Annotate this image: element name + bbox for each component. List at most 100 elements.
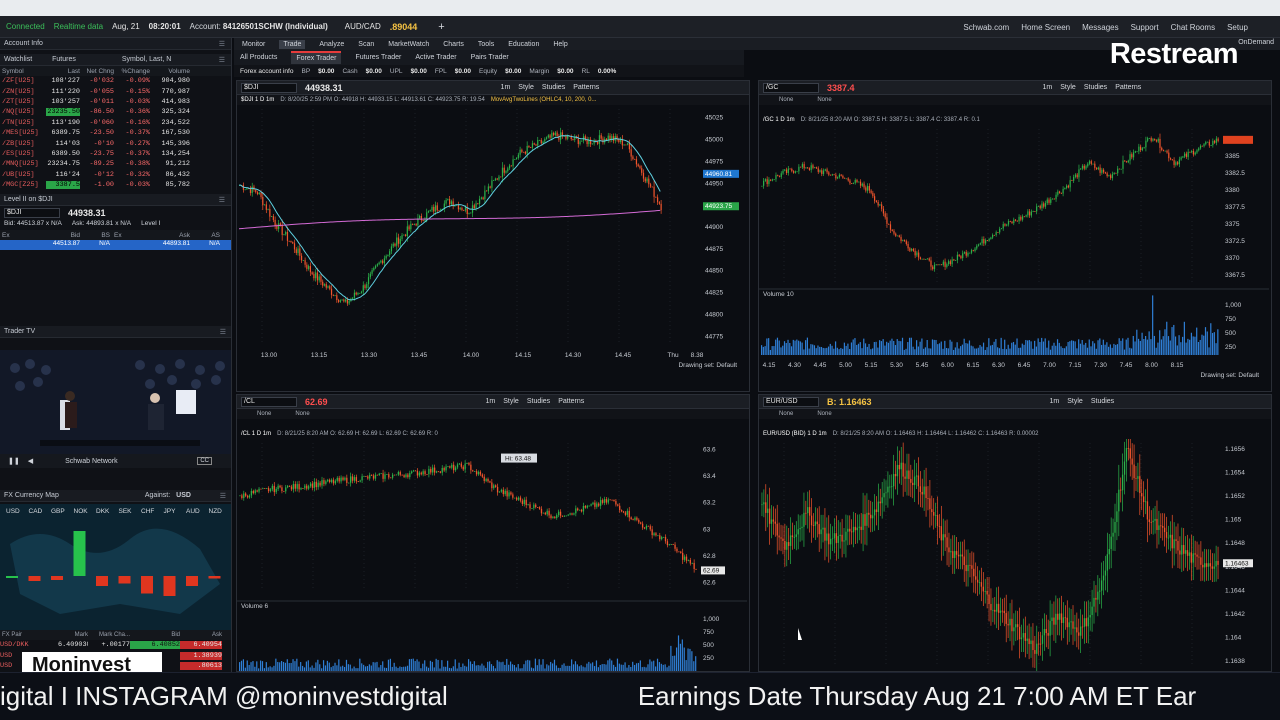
gc-candle [861,183,863,186]
timeframe-button[interactable]: 1m [486,398,496,405]
level2-row[interactable]: 44513.87 N/A 44893.81 N/A [0,240,231,251]
x-tick-label: 6.30 [992,362,1005,369]
timeframe-button[interactable]: 1m [501,84,511,91]
watchlist-select[interactable]: Futures [52,56,76,63]
menu-home-screen[interactable]: Home Screen [1021,23,1070,32]
tab-pairs-trader[interactable]: Pairs Trader [471,54,509,61]
add-icon[interactable]: + [438,21,444,33]
cl-candle [577,508,579,511]
time-label: 08:20:01 [148,22,181,31]
ondemand-button[interactable]: OnDemand [1238,39,1274,46]
dji-candle [369,273,371,278]
menu-icon[interactable]: ☰ [219,40,225,48]
menu-messages[interactable]: Messages [1082,23,1118,32]
watchlist-row[interactable]: /NQ[U25] 23235.50 -86.50 -0.36% 325,324 [0,107,231,117]
tab-forex-trader[interactable]: Forex Trader [291,51,342,64]
style-button[interactable]: Style [1060,84,1076,91]
menu-icon[interactable]: ☰ [219,196,225,204]
watchlist-search[interactable]: Symbol, Last, N [122,56,171,63]
menu-monitor[interactable]: Monitor [242,41,265,48]
dji-candle [526,145,528,154]
style-button[interactable]: Style [503,398,519,405]
studies-button[interactable]: Studies [542,84,565,91]
watchlist-row[interactable]: /MNQ[U25] 23234.75 -89.25 -0.38% 91,212 [0,159,231,169]
cl-candle [365,476,367,478]
menu-analyze[interactable]: Analyze [319,41,344,48]
menu-scan[interactable]: Scan [358,41,374,48]
style-button[interactable]: Style [518,84,534,91]
cl-candle [590,504,592,506]
watchlist-row[interactable]: /MES[U25] 6389.75 -23.50 -0.37% 167,530 [0,128,231,138]
volume-icon[interactable]: ◀ [28,457,33,465]
studies-button[interactable]: Studies [1091,398,1114,405]
watchlist-row[interactable]: /ZF[U25] 108'227 -0'032 -0.09% 904,980 [0,76,231,86]
volume-bar [632,661,634,671]
volume-bar [1028,340,1030,355]
watchlist-row[interactable]: /UB[U25] 116'24 -0'12 -0.32% 86,432 [0,170,231,180]
symbol-input[interactable]: /GC [763,82,819,93]
pause-icon[interactable]: ❚❚ [8,457,20,465]
symbol-input[interactable]: $DJI [241,82,297,93]
menu-charts[interactable]: Charts [443,41,464,48]
pair-symbol[interactable]: AUD/CAD [345,22,381,31]
volume-bar [1048,340,1050,355]
eur-candle [1089,614,1091,618]
menu-chat-rooms[interactable]: Chat Rooms [1171,23,1215,32]
tab-active-trader[interactable]: Active Trader [415,54,456,61]
volume-bar [519,668,521,671]
menu-icon[interactable]: ☰ [219,56,225,64]
cl-candle [479,471,482,475]
eur-candle [1076,627,1078,633]
level2-level[interactable]: Level I [141,220,160,230]
menu-icon[interactable]: ☰ [220,328,226,336]
eur-candle [807,507,809,514]
watchlist-row[interactable]: /ZN[U25] 111'220 -0'055 -0.15% 770,987 [0,86,231,96]
watchlist-row[interactable]: /TN[U25] 113'190 -0'060 -0.16% 234,522 [0,118,231,128]
dji-candle [530,147,532,148]
tab-all-products[interactable]: All Products [240,54,277,61]
patterns-button[interactable]: Patterns [573,84,599,91]
menu-trade[interactable]: Trade [279,39,306,49]
volume-bar [582,666,584,671]
patterns-button[interactable]: Patterns [558,398,584,405]
gc-candle [972,250,974,252]
gc-candle [963,252,966,254]
menu-education[interactable]: Education [508,41,539,48]
menu-marketwatch[interactable]: MarketWatch [388,41,429,48]
timeframe-button[interactable]: 1m [1050,398,1060,405]
patterns-button[interactable]: Patterns [1115,84,1141,91]
account-info-header[interactable]: Account Info ☰ [0,38,231,50]
volume-bar [1211,333,1214,355]
studies-button[interactable]: Studies [1084,84,1107,91]
symbol-input[interactable]: EUR/USD [763,396,819,407]
tab-futures-trader[interactable]: Futures Trader [355,54,401,61]
style-button[interactable]: Style [1067,398,1083,405]
timeframe-button[interactable]: 1m [1043,84,1053,91]
menu-setup[interactable]: Setup [1227,23,1248,32]
menu-help[interactable]: Help [553,41,567,48]
volume-bar [349,664,351,671]
trader-tv-video[interactable]: ❚❚ ◀ Schwab Network CC [0,350,231,468]
menu-tools[interactable]: Tools [478,41,494,48]
watchlist-row[interactable]: /ES[U25] 6389.50 -23.75 -0.37% 134,254 [0,149,231,159]
level2-symbol-input[interactable]: $DJI [4,208,60,219]
dji-candle [547,135,549,138]
watchlist-row[interactable]: /ZB[U25] 114'03 -0'10 -0.27% 145,396 [0,138,231,148]
menu-support[interactable]: Support [1131,23,1159,32]
watchlist-row[interactable]: /MGC[Z25] 3387.5 -1.00 -0.03% 85,782 [0,180,231,190]
watchlist-row[interactable]: /ZT[U25] 103'257 -0'011 -0.03% 414,983 [0,97,231,107]
fx-table-row[interactable]: USD/DKK 6.409030 +.00177 6.40852 6.40954 [0,640,231,650]
menu-icon[interactable]: ☰ [220,492,226,500]
menu-schwab[interactable]: Schwab.com [963,23,1009,32]
cl-candle [601,500,604,503]
symbol-input[interactable]: /CL [241,396,297,407]
eur-candle [931,509,933,513]
gc-candle [1099,167,1101,173]
cl-candle [535,504,537,508]
x-tick-label: 7.30 [1094,362,1107,369]
channel-label[interactable]: Schwab Network [65,458,118,465]
account-select[interactable]: 84126501SCHW (Individual) [223,22,328,31]
cc-icon[interactable]: CC [197,457,212,465]
gc-candle [1215,138,1217,143]
studies-button[interactable]: Studies [527,398,550,405]
